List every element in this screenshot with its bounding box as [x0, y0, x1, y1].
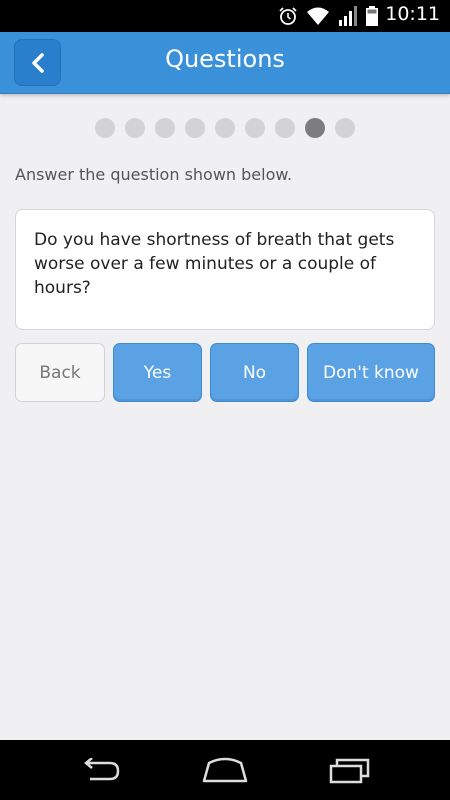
recents-nav-icon	[329, 758, 370, 784]
home-nav-icon	[202, 757, 248, 783]
nav-home-button[interactable]	[195, 752, 255, 788]
progress-dot	[275, 118, 295, 138]
progress-dot	[215, 118, 235, 138]
no-button[interactable]: No	[210, 343, 299, 402]
status-time: 10:11	[385, 3, 440, 25]
status-icons	[278, 5, 378, 27]
answer-buttons: Back Yes No Don't know	[15, 343, 435, 403]
question-text: Do you have shortness of breath that get…	[34, 230, 395, 298]
progress-dots	[0, 118, 450, 138]
signal-icon	[339, 6, 357, 26]
progress-dot	[125, 118, 145, 138]
alarm-icon	[279, 7, 297, 25]
nav-recents-button[interactable]	[320, 752, 380, 788]
nav-back-button[interactable]	[70, 752, 130, 788]
progress-dot	[155, 118, 175, 138]
question-card: Do you have shortness of breath that get…	[15, 209, 435, 330]
back-button[interactable]: Back	[15, 343, 105, 402]
progress-dot	[185, 118, 205, 138]
status-bar: 10:11	[0, 0, 450, 32]
progress-dot	[95, 118, 115, 138]
progress-dot	[335, 118, 355, 138]
battery-icon	[366, 6, 378, 26]
progress-dot-active	[305, 118, 325, 138]
app-bar: Questions	[0, 32, 450, 94]
page-title: Questions	[165, 45, 285, 73]
back-nav-icon	[84, 758, 120, 781]
instruction-text: Answer the question shown below.	[15, 165, 293, 184]
yes-button[interactable]: Yes	[113, 343, 202, 402]
progress-dot	[245, 118, 265, 138]
dont-know-button[interactable]: Don't know	[307, 343, 435, 402]
system-nav-bar	[0, 740, 450, 800]
wifi-icon	[307, 7, 329, 25]
